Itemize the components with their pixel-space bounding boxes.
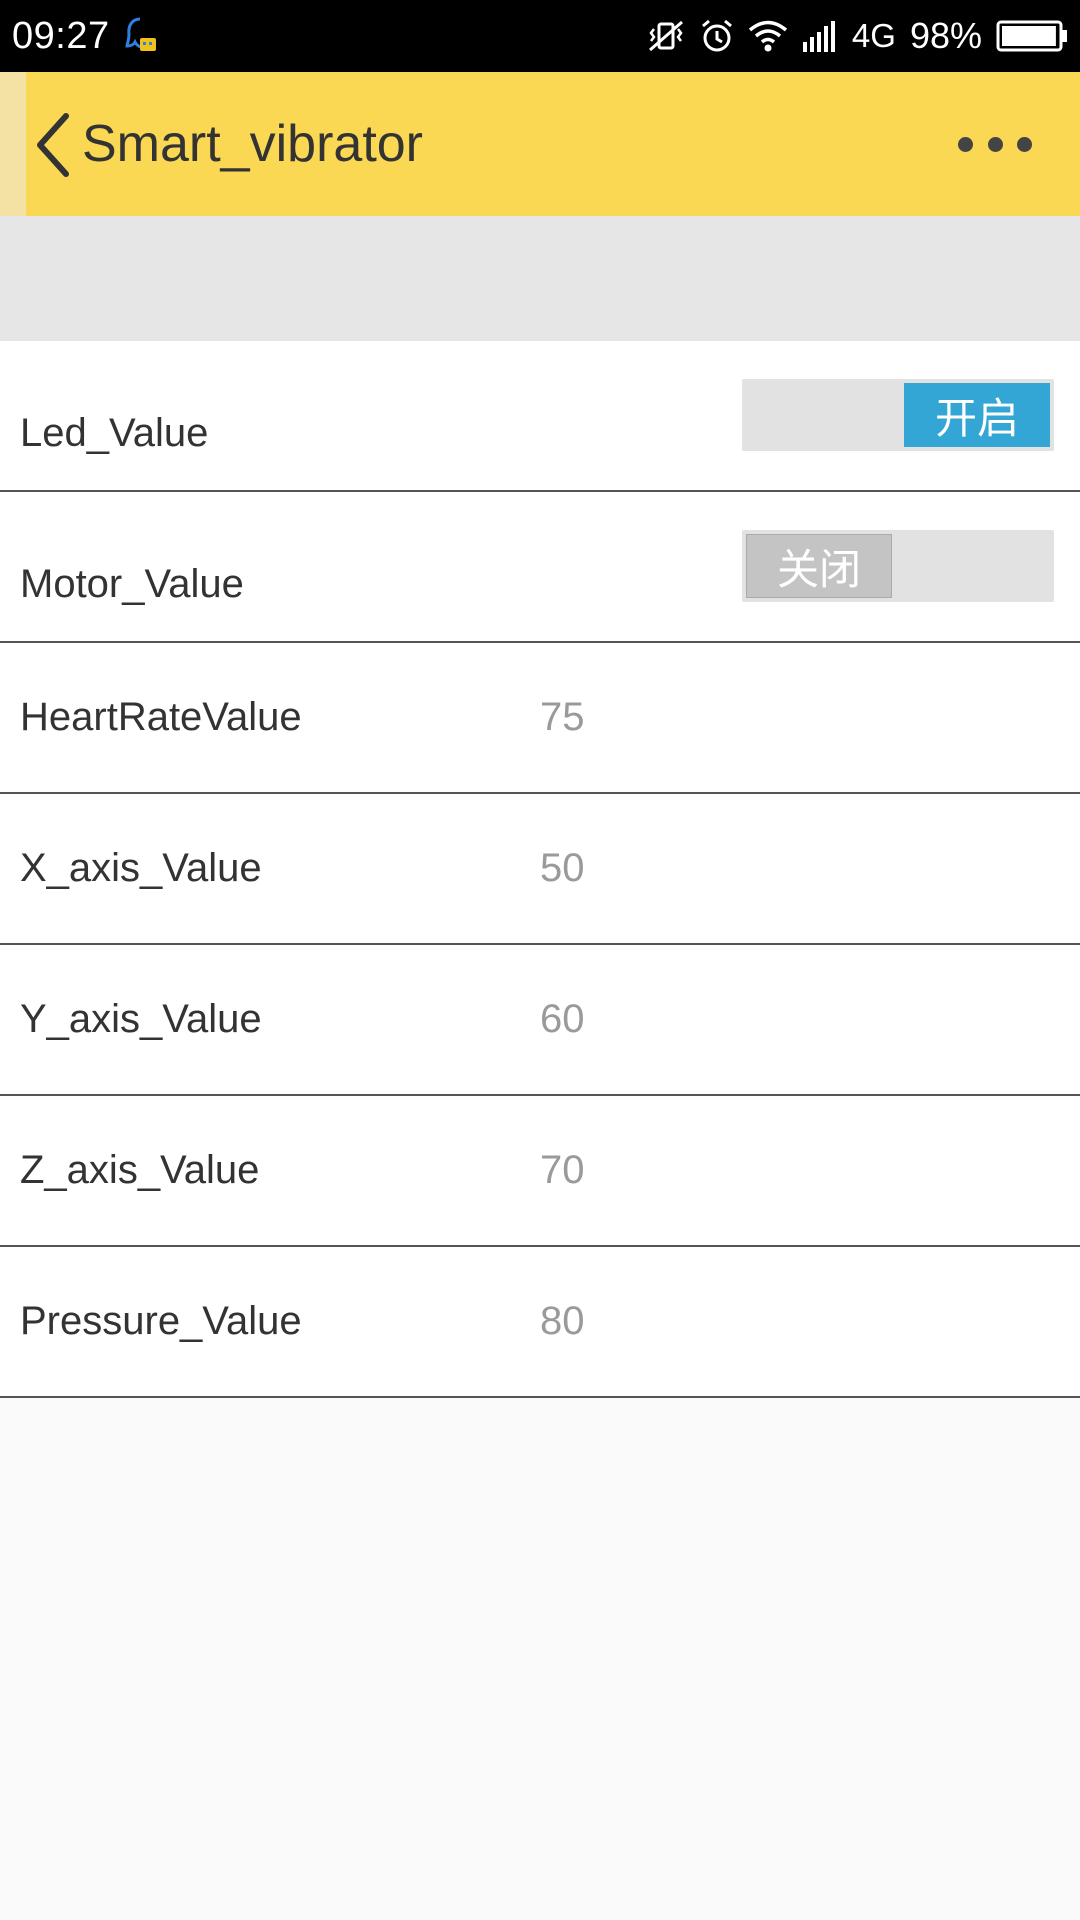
status-right: 4G 98% [646,15,1068,57]
battery-percent: 98% [909,15,982,56]
row-value: 60 [540,997,585,1041]
page-title: Smart_vibrator [82,115,423,173]
alarm-icon [700,18,734,54]
network-type: 4G [851,17,896,54]
more-dot-icon [1017,136,1032,152]
battery-fill [1002,26,1056,46]
list-item-pressure-value: Pressure_Value 80 [0,1247,1080,1398]
list-item-x-axis-value: X_axis_Value 50 [0,794,1080,945]
status-time: 09:27 [12,14,110,57]
row-label: Y_axis_Value [20,997,262,1041]
notification-app-icon [124,16,158,56]
row-value: 75 [540,695,585,739]
list-item-y-axis-value: Y_axis_Value 60 [0,945,1080,1096]
toggle-knob-on: 开启 [904,383,1050,447]
wifi-icon [748,19,788,53]
vibrate-mute-icon [646,18,686,54]
row-value: 70 [540,1148,585,1192]
battery-icon [996,19,1068,53]
more-options-button[interactable] [958,126,1032,162]
row-value: 50 [540,846,585,890]
datapoint-list: Led_Value 开启 Motor_Value 关闭 HeartRateVal… [0,341,1080,1398]
list-item-z-axis-value: Z_axis_Value 70 [0,1096,1080,1247]
led-toggle-switch[interactable]: 开启 [742,379,1054,451]
signal-icon [802,20,838,52]
row-label: Pressure_Value [20,1299,302,1343]
status-bar: 09:27 4G 98% [0,0,1080,72]
list-item-led-value: Led_Value 开启 [0,341,1080,492]
row-label: Motor_Value [20,562,244,606]
row-label: Z_axis_Value [20,1148,260,1192]
row-value: 80 [540,1299,585,1343]
motor-toggle-switch[interactable]: 关闭 [742,530,1054,602]
app-bar: Smart_vibrator [0,72,1080,258]
more-dot-icon [958,136,973,152]
list-item-heartrate-value: HeartRateValue 75 [0,643,1080,794]
status-left: 09:27 [12,15,158,58]
more-dot-icon [987,136,1003,152]
chevron-left-icon [37,113,69,177]
list-item-motor-value: Motor_Value 关闭 [0,492,1080,643]
back-button[interactable] [32,110,76,180]
toggle-knob-off: 关闭 [746,534,892,598]
header-spacer [0,216,1080,341]
row-label: Led_Value [20,411,209,455]
row-label: HeartRateValue [20,695,302,739]
row-label: X_axis_Value [20,846,262,890]
